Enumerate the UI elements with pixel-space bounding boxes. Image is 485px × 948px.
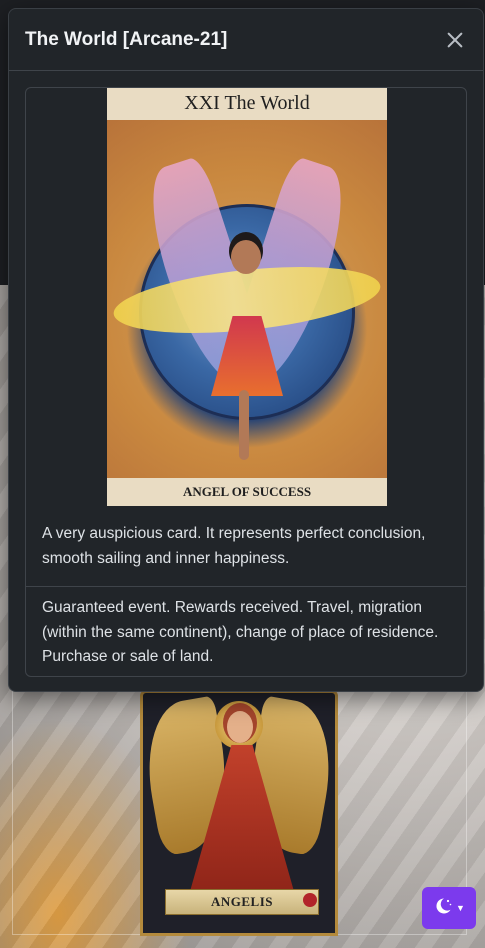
tarot-card-image: XXI The World ANGEL OF SUCCESS bbox=[107, 88, 387, 506]
tarot-artwork bbox=[107, 120, 387, 478]
close-button[interactable] bbox=[443, 28, 467, 52]
angel-head bbox=[227, 711, 253, 743]
moon-stars-icon bbox=[433, 896, 453, 921]
modal-title: The World [Arcane-21] bbox=[25, 28, 228, 50]
modal-header: The World [Arcane-21] bbox=[9, 9, 483, 71]
tarot-figure-head bbox=[231, 240, 261, 274]
card-divider bbox=[26, 586, 466, 587]
card-modal: The World [Arcane-21] XXI The World ANGE… bbox=[8, 8, 484, 692]
card-details: XXI The World ANGEL OF SUCCESS A very au… bbox=[25, 87, 467, 677]
angel-rose bbox=[303, 893, 317, 907]
tarot-card-caption: ANGEL OF SUCCESS bbox=[182, 484, 312, 499]
angel-card-banner: ANGELIS bbox=[165, 889, 319, 915]
caret-down-icon: ▼ bbox=[456, 903, 465, 913]
card-description: A very auspicious card. It represents pe… bbox=[42, 525, 426, 567]
tarot-figure-leg bbox=[239, 390, 249, 460]
card-meaning: Guaranteed event. Rewards received. Trav… bbox=[42, 599, 439, 665]
background-angel-card-image: ANGELIS bbox=[140, 690, 338, 936]
theme-toggle-button[interactable]: ▼ bbox=[422, 887, 476, 929]
tarot-card-title: XXI The World bbox=[184, 92, 310, 114]
